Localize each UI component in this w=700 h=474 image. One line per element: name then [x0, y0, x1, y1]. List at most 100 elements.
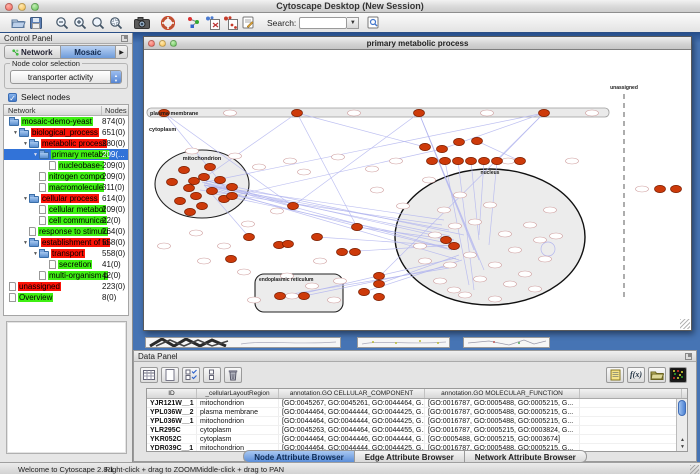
annotation-node[interactable]: [328, 297, 341, 303]
annotation-node[interactable]: [489, 262, 502, 268]
annotation-node[interactable]: [284, 158, 297, 164]
gene-node[interactable]: [189, 177, 200, 184]
scrollbar-thumb[interactable]: [678, 400, 686, 416]
annotation-node[interactable]: [481, 110, 494, 116]
minimized-window[interactable]: [145, 337, 341, 348]
birdseye-view-panel[interactable]: [6, 321, 127, 454]
gene-node[interactable]: [244, 233, 255, 240]
annotation-node[interactable]: [459, 292, 472, 298]
expander-icon[interactable]: ▼: [22, 196, 29, 202]
tab-network-attribute-browser[interactable]: Network Attribute Browser: [464, 450, 587, 462]
tree-row-cell-communicat[interactable]: cell communicat22(0): [4, 215, 128, 226]
annotation-node[interactable]: [158, 243, 171, 249]
annotation-node[interactable]: [198, 258, 211, 264]
annotation-node[interactable]: [419, 258, 432, 264]
annotation-node[interactable]: [423, 177, 436, 183]
gene-node[interactable]: [539, 109, 550, 116]
zoom-fit-icon[interactable]: [89, 14, 107, 31]
table-row[interactable]: YPL036W__2plasma membrane[GO:0044464, GO…: [147, 408, 687, 417]
annotation-node[interactable]: [186, 148, 199, 154]
annotation-node[interactable]: [190, 230, 203, 236]
gene-node[interactable]: [283, 240, 294, 247]
tree-row-biological-process[interactable]: ▼biological_process651(0): [4, 127, 128, 138]
annotation-node[interactable]: [454, 192, 467, 198]
gene-node[interactable]: [440, 157, 451, 164]
annotation-node[interactable]: [229, 153, 242, 159]
gene-node[interactable]: [420, 143, 431, 150]
annotation-node[interactable]: [484, 202, 497, 208]
gene-node[interactable]: [197, 202, 208, 209]
open-vizmapper-icon[interactable]: [185, 14, 203, 31]
select-attributes-icon[interactable]: [140, 367, 158, 383]
create-attribute-icon[interactable]: [161, 367, 179, 383]
gene-node[interactable]: [492, 157, 503, 164]
gene-node[interactable]: [350, 248, 361, 255]
gene-node[interactable]: [199, 173, 210, 180]
gene-node[interactable]: [275, 292, 286, 299]
take-snapshot-icon[interactable]: [133, 14, 151, 31]
gene-node[interactable]: [312, 233, 323, 240]
tab-network[interactable]: Network: [5, 46, 61, 58]
annotation-node[interactable]: [469, 219, 482, 225]
annotation-node[interactable]: [314, 258, 327, 264]
gene-node[interactable]: [292, 109, 303, 116]
annotation-node[interactable]: [429, 232, 442, 238]
annotation-node[interactable]: [636, 186, 649, 192]
gene-node[interactable]: [179, 166, 190, 173]
attribute-notepad-icon[interactable]: [606, 367, 624, 383]
expander-icon[interactable]: ▼: [22, 141, 29, 147]
expander-icon[interactable]: ▼: [32, 152, 39, 158]
gene-node[interactable]: [227, 183, 238, 190]
tree-row-secretion[interactable]: secretion41(0): [4, 259, 128, 270]
gene-node[interactable]: [671, 185, 682, 192]
column-nodes[interactable]: Nodes: [101, 106, 127, 115]
gene-node[interactable]: [437, 145, 448, 152]
annotation-node[interactable]: [586, 110, 599, 116]
open-file-icon[interactable]: [9, 14, 27, 31]
gene-node[interactable]: [466, 157, 477, 164]
gene-node[interactable]: [227, 192, 238, 199]
gene-node[interactable]: [453, 157, 464, 164]
checkbox-checked-icon[interactable]: ✓: [8, 93, 17, 102]
tree-row-nitrogen-compo[interactable]: nitrogen compo209(0): [4, 171, 128, 182]
zoom-in-icon[interactable]: [71, 14, 89, 31]
tree-row-nucleobase-[interactable]: nucleobase-209(0): [4, 160, 128, 171]
annotation-node[interactable]: [502, 158, 515, 164]
annotation-node[interactable]: [298, 169, 311, 175]
tree-row-transport[interactable]: ▼transport558(0): [4, 248, 128, 259]
table-row[interactable]: YPL036W__1mitochondrion[GO:0044464, GO:0…: [147, 417, 687, 426]
annotation-node[interactable]: [544, 207, 557, 213]
annotation-node[interactable]: [332, 154, 345, 160]
gene-node[interactable]: [441, 236, 452, 243]
search-dropdown-arrow-icon[interactable]: ▼: [347, 17, 359, 29]
app-resize-grip[interactable]: [690, 465, 699, 474]
toggle-data-panel-icon[interactable]: [221, 14, 239, 31]
annotation-node[interactable]: [390, 158, 403, 164]
annotation-icon[interactable]: [239, 14, 257, 31]
annotation-node[interactable]: [519, 271, 532, 277]
gene-node[interactable]: [454, 138, 465, 145]
window-resize-grip[interactable]: [680, 319, 690, 329]
gene-node[interactable]: [215, 176, 226, 183]
minimized-window[interactable]: [357, 337, 450, 348]
annotation-node[interactable]: [286, 293, 299, 299]
save-session-icon[interactable]: [27, 14, 45, 31]
table-row[interactable]: YJR121W__1mitochondrion[GO:0045267, GO:0…: [147, 399, 687, 408]
gene-node[interactable]: [288, 202, 299, 209]
annotation-node[interactable]: [238, 269, 251, 275]
annotation-node[interactable]: [534, 237, 547, 243]
annotation-node[interactable]: [371, 187, 384, 193]
column-header[interactable]: [580, 389, 682, 398]
tab-edge-attribute-browser[interactable]: Edge Attribute Browser: [354, 450, 464, 462]
unselect-attributes-icon[interactable]: [203, 367, 221, 383]
float-panel-icon[interactable]: [685, 353, 692, 360]
annotation-node[interactable]: [509, 247, 522, 253]
gene-node[interactable]: [184, 184, 195, 191]
gene-node[interactable]: [449, 242, 460, 249]
annotation-node[interactable]: [499, 231, 512, 237]
toggle-control-panel-icon[interactable]: [203, 14, 221, 31]
gene-node[interactable]: [337, 248, 348, 255]
column-header[interactable]: annotation.GO CELLULAR_COMPONENT: [279, 389, 425, 398]
network-window-titlebar[interactable]: primary metabolic process: [144, 37, 691, 50]
annotation-node[interactable]: [434, 278, 447, 284]
